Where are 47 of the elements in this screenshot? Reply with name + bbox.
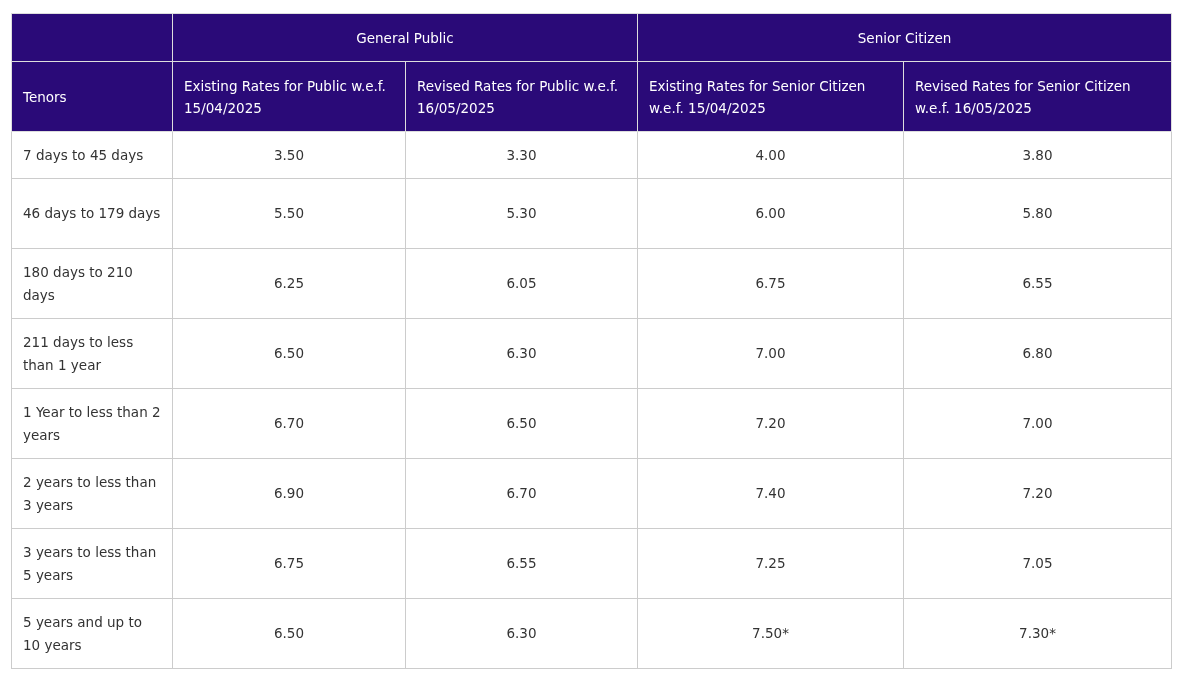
rate-cell: 6.50 — [405, 388, 638, 459]
rate-cell: 6.30 — [405, 598, 638, 669]
rate-cell: 7.05 — [903, 528, 1172, 599]
rate-cell: 6.55 — [903, 248, 1172, 319]
rate-cell: 3.30 — [405, 131, 638, 179]
rate-cell: 7.50* — [637, 598, 904, 669]
rate-cell: 5.80 — [903, 178, 1172, 249]
rate-cell: 6.90 — [172, 458, 406, 529]
rate-cell: 7.00 — [637, 318, 904, 389]
rate-cell: 7.25 — [637, 528, 904, 599]
tenor-cell: 2 years to less than 3 years — [11, 458, 173, 529]
rate-cell: 6.00 — [637, 178, 904, 249]
rate-cell: 4.00 — [637, 131, 904, 179]
rate-cell: 6.50 — [172, 318, 406, 389]
rate-cell: 6.70 — [405, 458, 638, 529]
rate-cell: 6.70 — [172, 388, 406, 459]
rate-cell: 7.30* — [903, 598, 1172, 669]
column-header: Existing Rates for Public w.e.f. 15/04/2025 — [172, 61, 406, 132]
tenor-cell: 7 days to 45 days — [11, 131, 173, 179]
tenor-cell: 3 years to less than 5 years — [11, 528, 173, 599]
rate-cell: 6.25 — [172, 248, 406, 319]
tenor-cell: 1 Year to less than 2 years — [11, 388, 173, 459]
column-header: Revised Rates for Senior Citizen w.e.f. 16/05/2025 — [903, 61, 1172, 132]
column-header: Existing Rates for Senior Citizen w.e.f. 15/04/2025 — [637, 61, 904, 132]
rate-cell: 3.50 — [172, 131, 406, 179]
tenor-cell: 5 years and up to 10 years — [11, 598, 173, 669]
rate-cell: 3.80 — [903, 131, 1172, 179]
rate-cell: 7.20 — [903, 458, 1172, 529]
tenor-cell: 180 days to 210 days — [11, 248, 173, 319]
rate-cell: 5.30 — [405, 178, 638, 249]
column-header: Tenors — [11, 61, 173, 132]
rate-cell: 7.00 — [903, 388, 1172, 459]
column-group-header: General Public — [172, 13, 638, 62]
rate-cell: 6.75 — [172, 528, 406, 599]
column-group-header: Senior Citizen — [637, 13, 1172, 62]
tenor-cell: 46 days to 179 days — [11, 178, 173, 249]
tenor-cell: 211 days to less than 1 year — [11, 318, 173, 389]
rate-cell: 6.05 — [405, 248, 638, 319]
rate-cell: 6.30 — [405, 318, 638, 389]
rate-cell: 6.80 — [903, 318, 1172, 389]
rate-cell: 6.75 — [637, 248, 904, 319]
rate-cell: 7.40 — [637, 458, 904, 529]
rate-cell: 6.50 — [172, 598, 406, 669]
rate-cell: 7.20 — [637, 388, 904, 459]
rate-cell: 5.50 — [172, 178, 406, 249]
rate-cell: 6.55 — [405, 528, 638, 599]
column-header: Revised Rates for Public w.e.f. 16/05/2025 — [405, 61, 638, 132]
